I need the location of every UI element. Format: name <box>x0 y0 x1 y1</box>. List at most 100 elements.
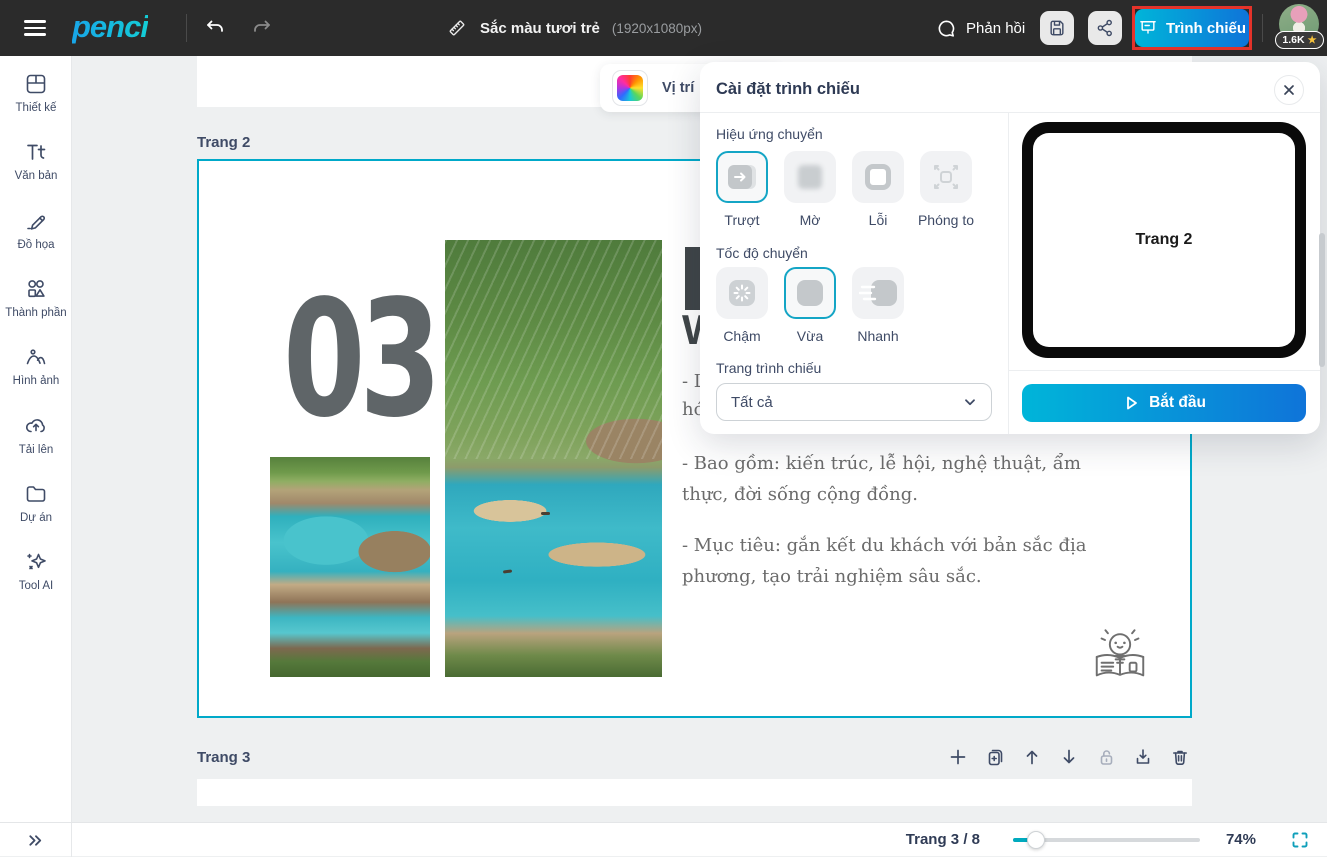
document-title[interactable]: Sắc màu tươi trẻ <box>480 20 600 37</box>
speed-option-tile[interactable] <box>852 267 904 319</box>
sidebar-item-label: Tool AI <box>19 580 54 592</box>
redo-icon[interactable] <box>251 17 273 39</box>
sidebar-item-images[interactable]: Hình ảnh <box>0 345 72 387</box>
page-indicator: Trang 3 / 8 <box>820 831 980 848</box>
sidebar-item-label: Đồ họa <box>17 239 54 251</box>
move-up-icon[interactable] <box>1022 747 1042 767</box>
sidebar-item-label: Văn bản <box>15 170 58 182</box>
present-label: Trình chiếu <box>1166 20 1246 37</box>
slide-image-coast[interactable] <box>270 457 430 677</box>
image-detail-boat <box>503 569 512 573</box>
transition-option-slide[interactable]: Trượt <box>716 151 768 228</box>
transition-option-glitch[interactable]: Lỗi <box>852 151 904 228</box>
sidebar-item-text[interactable]: Văn bản <box>0 140 72 182</box>
sidebar-item-projects[interactable]: Dự án <box>0 482 72 524</box>
scrollbar-thumb[interactable] <box>1319 233 1325 367</box>
pages-dropdown[interactable]: Tất cả <box>716 383 992 421</box>
image-icon <box>24 345 48 369</box>
page-actions-toolbar <box>948 747 1190 767</box>
dialog-title: Cài đặt trình chiếu <box>716 80 860 99</box>
speed-option-fast[interactable]: Nhanh <box>852 267 904 344</box>
color-swatch-button[interactable] <box>612 70 648 106</box>
position-button[interactable]: Vị trí <box>662 80 694 96</box>
page2-label[interactable]: Trang 2 <box>197 134 250 151</box>
sidebar-item-ai-tools[interactable]: Tool AI <box>0 550 72 592</box>
trash-icon[interactable] <box>1170 747 1190 767</box>
medium-speed-icon <box>797 280 823 306</box>
expand-panel-button[interactable] <box>0 823 72 857</box>
option-label: Trượt <box>724 212 759 228</box>
upload-cloud-icon <box>24 414 48 438</box>
sidebar-item-label: Tải lên <box>19 444 54 456</box>
brush-icon <box>24 209 48 233</box>
presentation-pages-label: Trang trình chiếu <box>716 360 821 376</box>
feedback-button[interactable]: Phản hồi <box>936 15 1025 41</box>
sidebar-item-upload[interactable]: Tải lên <box>0 414 72 456</box>
sidebar-item-label: Thành phần <box>5 307 66 319</box>
zoom-level: 74% <box>1216 831 1256 848</box>
page3-slide-top[interactable] <box>197 779 1192 806</box>
transition-option-tile[interactable] <box>784 151 836 203</box>
option-label: Lỗi <box>869 212 888 228</box>
speed-option-tile[interactable] <box>716 267 768 319</box>
speed-option-slow[interactable]: Chậm <box>716 267 768 344</box>
download-icon[interactable] <box>1133 747 1153 767</box>
double-chevron-right-icon <box>27 832 44 849</box>
menu-icon[interactable] <box>24 20 46 36</box>
preview-page-text: Trang 2 <box>1136 231 1193 249</box>
transition-effect-label: Hiệu ứng chuyển <box>716 126 823 142</box>
save-button[interactable] <box>1040 11 1074 45</box>
feedback-label: Phản hồi <box>966 20 1025 37</box>
speed-option-tile[interactable] <box>784 267 836 319</box>
close-icon[interactable] <box>1274 75 1304 105</box>
transition-option-fade[interactable]: Mờ <box>784 151 836 228</box>
option-label: Chậm <box>723 328 760 344</box>
text-icon <box>24 140 48 164</box>
transition-option-tile[interactable] <box>716 151 768 203</box>
topbar: penci Sắc màu tươi trẻ (1920x1080px) Phả… <box>0 0 1327 56</box>
slide-effect-icon <box>728 165 756 189</box>
undo-icon[interactable] <box>204 17 226 39</box>
present-button-highlight: Trình chiếu <box>1132 6 1252 50</box>
sidebar-item-label: Dự án <box>20 512 52 524</box>
transition-option-tile[interactable] <box>920 151 972 203</box>
speed-option-medium[interactable]: Vừa <box>784 267 836 344</box>
slide-number[interactable]: 03 <box>283 279 436 440</box>
page3-label[interactable]: Trang 3 <box>197 749 250 766</box>
presentation-preview-frame: Trang 2 <box>1022 122 1306 358</box>
share-button[interactable] <box>1088 11 1122 45</box>
folder-icon <box>24 482 48 506</box>
sidebar-item-graphics[interactable]: Đồ họa <box>0 209 72 251</box>
image-detail-boat <box>541 512 550 515</box>
slide-paragraph[interactable]: - Mục tiêu: gắn kết du khách với bản sắc… <box>682 531 1130 593</box>
sidebar-item-elements[interactable]: Thành phần <box>0 277 72 319</box>
transition-option-zoom[interactable]: Phóng to <box>920 151 972 228</box>
divider <box>1009 370 1320 371</box>
zoom-slider-thumb[interactable] <box>1027 831 1045 849</box>
start-button-label: Bắt đầu <box>1149 394 1206 412</box>
fast-speed-icon <box>859 280 897 306</box>
divider <box>186 14 187 42</box>
layout-icon <box>24 72 48 96</box>
lightbulb-book-icon[interactable] <box>1089 624 1151 686</box>
move-down-icon[interactable] <box>1059 747 1079 767</box>
lock-icon[interactable] <box>1096 747 1116 767</box>
duplicate-page-icon[interactable] <box>985 747 1005 767</box>
shapes-icon <box>24 277 48 301</box>
fullscreen-icon[interactable] <box>1291 831 1309 849</box>
sidebar-item-design[interactable]: Thiết kế <box>0 72 72 114</box>
chat-bubble-icon <box>936 18 957 39</box>
slide-image-river-valley[interactable] <box>445 240 662 677</box>
present-button[interactable]: Trình chiếu <box>1135 9 1249 47</box>
star-icon: ★ <box>1308 35 1317 46</box>
ruler-icon <box>446 17 468 39</box>
slide-paragraph[interactable]: - Bao gồm: kiến trúc, lễ hội, nghệ thuật… <box>682 449 1130 511</box>
option-label: Mờ <box>800 212 821 228</box>
penci-logo[interactable]: penci <box>72 9 148 45</box>
add-page-icon[interactable] <box>948 747 968 767</box>
pages-dropdown-value: Tất cả <box>731 394 963 411</box>
bottombar: Trang 3 / 8 74% <box>0 822 1327 856</box>
start-presentation-button[interactable]: Bắt đầu <box>1022 384 1306 422</box>
transition-option-tile[interactable] <box>852 151 904 203</box>
credits-badge[interactable]: 1.6K ★ <box>1275 31 1324 49</box>
